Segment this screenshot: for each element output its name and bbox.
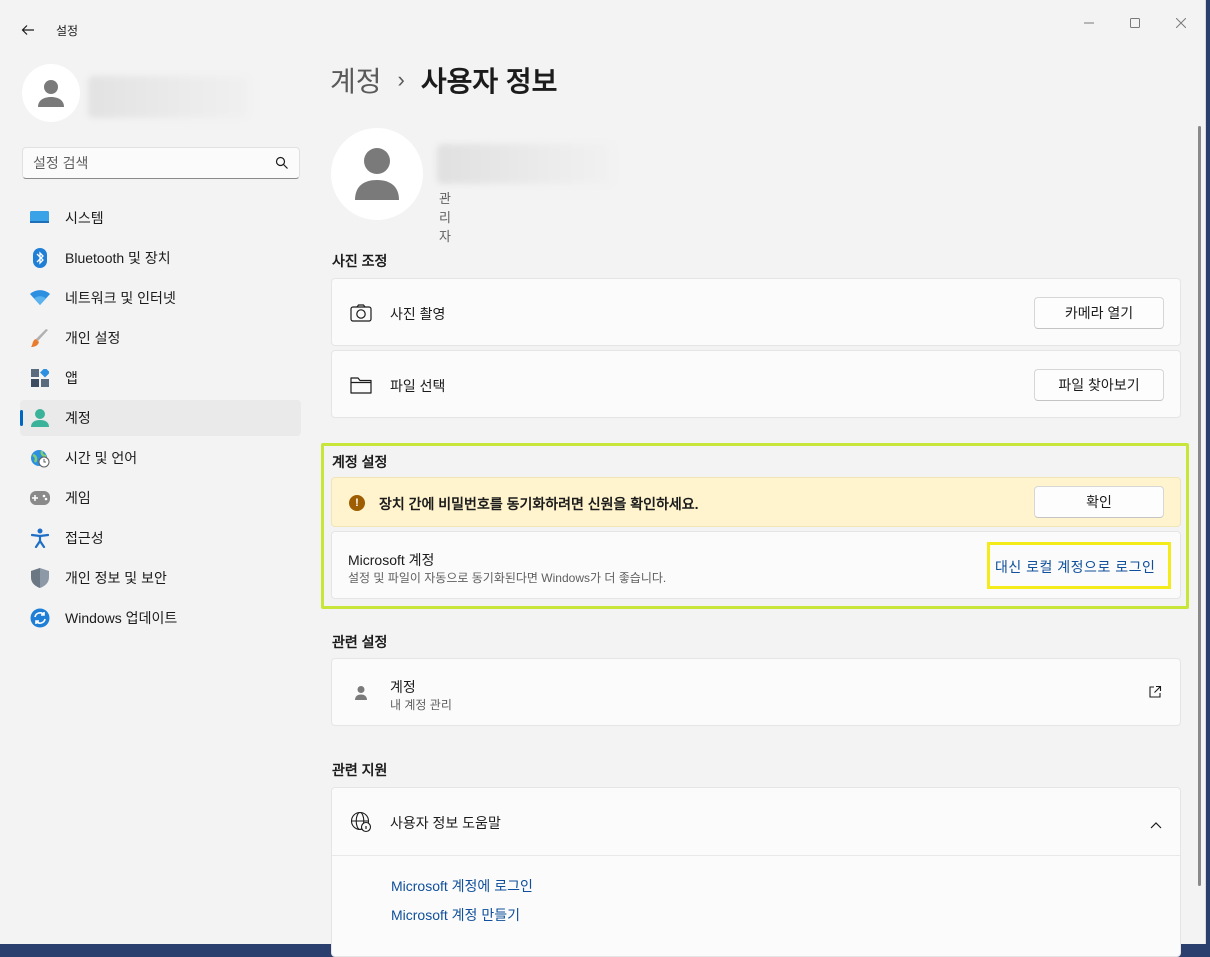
section-title-related-support: 관련 지원 bbox=[332, 762, 388, 778]
user-role: 관리자 bbox=[439, 191, 451, 244]
app-title: 설정 bbox=[56, 24, 79, 38]
close-icon bbox=[1176, 18, 1186, 28]
sidebar-item-personalization[interactable]: 개인 설정 bbox=[20, 320, 301, 356]
sidebar-item-windows-update[interactable]: Windows 업데이트 bbox=[20, 600, 301, 636]
maximize-button[interactable] bbox=[1112, 8, 1158, 38]
minimize-icon bbox=[1084, 22, 1094, 24]
folder-icon bbox=[350, 374, 372, 396]
search-input[interactable] bbox=[33, 155, 275, 171]
sidebar-item-system[interactable]: 시스템 bbox=[20, 200, 301, 236]
microsoft-account-subtitle: 설정 및 파일이 자동으로 동기화된다면 Windows가 더 좋습니다. bbox=[348, 571, 667, 585]
title-bar: 설정 bbox=[0, 0, 1205, 44]
accounts-subtitle: 내 계정 관리 bbox=[390, 698, 452, 712]
page-title: 사용자 정보 bbox=[420, 66, 558, 97]
person-icon bbox=[355, 148, 399, 200]
chevron-up-icon bbox=[1150, 816, 1162, 832]
search-icon bbox=[275, 156, 288, 169]
open-camera-button[interactable]: 카메라 열기 bbox=[1034, 297, 1164, 329]
section-title-account-settings: 계정 설정 bbox=[332, 454, 388, 470]
close-button[interactable] bbox=[1158, 8, 1204, 38]
sidebar-item-label: 앱 bbox=[65, 370, 78, 386]
verify-button[interactable]: 확인 bbox=[1034, 486, 1164, 518]
sidebar-item-accessibility[interactable]: 접근성 bbox=[20, 520, 301, 556]
blurred-user-name bbox=[437, 144, 613, 184]
brush-icon bbox=[30, 328, 50, 348]
divider bbox=[332, 855, 1180, 856]
breadcrumb-parent[interactable]: 계정 bbox=[330, 60, 382, 100]
sidebar-item-time-language[interactable]: 시간 및 언어 bbox=[20, 440, 301, 476]
sidebar-item-label: 개인 정보 및 보안 bbox=[65, 570, 167, 586]
globe-clock-icon bbox=[30, 448, 50, 468]
search-box[interactable] bbox=[22, 147, 300, 179]
update-icon bbox=[30, 608, 50, 628]
warning-text: 장치 간에 비밀번호를 동기화하려면 신원을 확인하세요. bbox=[379, 496, 699, 512]
person-icon bbox=[38, 80, 64, 107]
sidebar-item-label: 게임 bbox=[65, 490, 91, 506]
settings-window: 설정 시스템 bbox=[0, 0, 1206, 957]
accounts-title: 계정 bbox=[390, 679, 416, 695]
take-photo-label: 사진 촬영 bbox=[390, 306, 446, 322]
browse-files-button[interactable]: 파일 찾아보기 bbox=[1034, 369, 1164, 401]
sidebar-item-label: 네트워크 및 인터넷 bbox=[65, 290, 176, 306]
sidebar-item-label: 시스템 bbox=[65, 210, 104, 226]
help-card: 사용자 정보 도움말 Microsoft 계정에 로그인 Microsoft 계… bbox=[331, 787, 1181, 957]
choose-file-card: 파일 선택 파일 찾아보기 bbox=[331, 350, 1181, 418]
sign-in-local-account-link[interactable]: 대신 로컬 계정으로 로그인 bbox=[995, 557, 1155, 577]
sidebar-item-label: 시간 및 언어 bbox=[65, 450, 138, 466]
sidebar-item-label: 접근성 bbox=[65, 530, 104, 546]
maximize-icon bbox=[1130, 18, 1140, 28]
breadcrumb: 계정 › 사용자 정보 bbox=[330, 60, 557, 100]
avatar bbox=[331, 128, 423, 220]
help-title: 사용자 정보 도움말 bbox=[390, 815, 501, 831]
gamepad-icon bbox=[30, 488, 50, 508]
avatar bbox=[22, 64, 80, 122]
back-arrow-icon bbox=[21, 25, 34, 35]
sidebar-item-bluetooth[interactable]: Bluetooth 및 장치 bbox=[20, 240, 301, 276]
sidebar-item-accounts[interactable]: 계정 bbox=[20, 400, 301, 436]
bluetooth-icon bbox=[30, 248, 50, 268]
help-expander-header[interactable]: 사용자 정보 도움말 bbox=[332, 788, 1180, 856]
breadcrumb-separator: › bbox=[397, 67, 405, 92]
accounts-link-card[interactable]: 계정 내 계정 관리 bbox=[331, 658, 1181, 726]
sidebar-nav: 시스템 Bluetooth 및 장치 네트워크 및 인터넷 개인 설정 앱 계정… bbox=[20, 200, 301, 640]
wifi-icon bbox=[30, 288, 50, 308]
camera-icon bbox=[350, 302, 372, 324]
warning-icon: ! bbox=[349, 495, 365, 511]
verify-identity-banner: ! 장치 간에 비밀번호를 동기화하려면 신원을 확인하세요. 확인 bbox=[331, 477, 1181, 527]
accessibility-icon bbox=[30, 528, 50, 548]
take-photo-card: 사진 촬영 카메라 열기 bbox=[331, 278, 1181, 346]
section-title-photo: 사진 조정 bbox=[332, 253, 388, 269]
sign-in-microsoft-link[interactable]: Microsoft 계정에 로그인 bbox=[391, 876, 533, 896]
sidebar-item-label: Windows 업데이트 bbox=[65, 610, 178, 626]
shield-icon bbox=[30, 568, 50, 588]
back-button[interactable] bbox=[14, 16, 42, 44]
globe-help-icon bbox=[350, 811, 372, 833]
sidebar-item-network[interactable]: 네트워크 및 인터넷 bbox=[20, 280, 301, 316]
sidebar-item-label: 개인 설정 bbox=[65, 330, 121, 346]
minimize-button[interactable] bbox=[1066, 8, 1112, 38]
scrollbar[interactable] bbox=[1198, 126, 1201, 886]
account-icon bbox=[30, 408, 50, 428]
sidebar-item-label: Bluetooth 및 장치 bbox=[65, 250, 171, 266]
monitor-icon bbox=[30, 208, 50, 228]
choose-file-label: 파일 선택 bbox=[390, 378, 446, 394]
sidebar-item-privacy[interactable]: 개인 정보 및 보안 bbox=[20, 560, 301, 596]
external-link-icon bbox=[1148, 685, 1162, 702]
microsoft-account-title: Microsoft 계정 bbox=[348, 552, 435, 568]
sidebar-item-label: 계정 bbox=[65, 410, 91, 426]
create-microsoft-account-link[interactable]: Microsoft 계정 만들기 bbox=[391, 905, 520, 925]
apps-icon bbox=[30, 368, 50, 388]
sidebar-item-apps[interactable]: 앱 bbox=[20, 360, 301, 396]
sidebar-item-gaming[interactable]: 게임 bbox=[20, 480, 301, 516]
blurred-user-name bbox=[88, 76, 248, 118]
section-title-related-settings: 관련 설정 bbox=[332, 634, 388, 650]
person-icon bbox=[350, 682, 372, 704]
